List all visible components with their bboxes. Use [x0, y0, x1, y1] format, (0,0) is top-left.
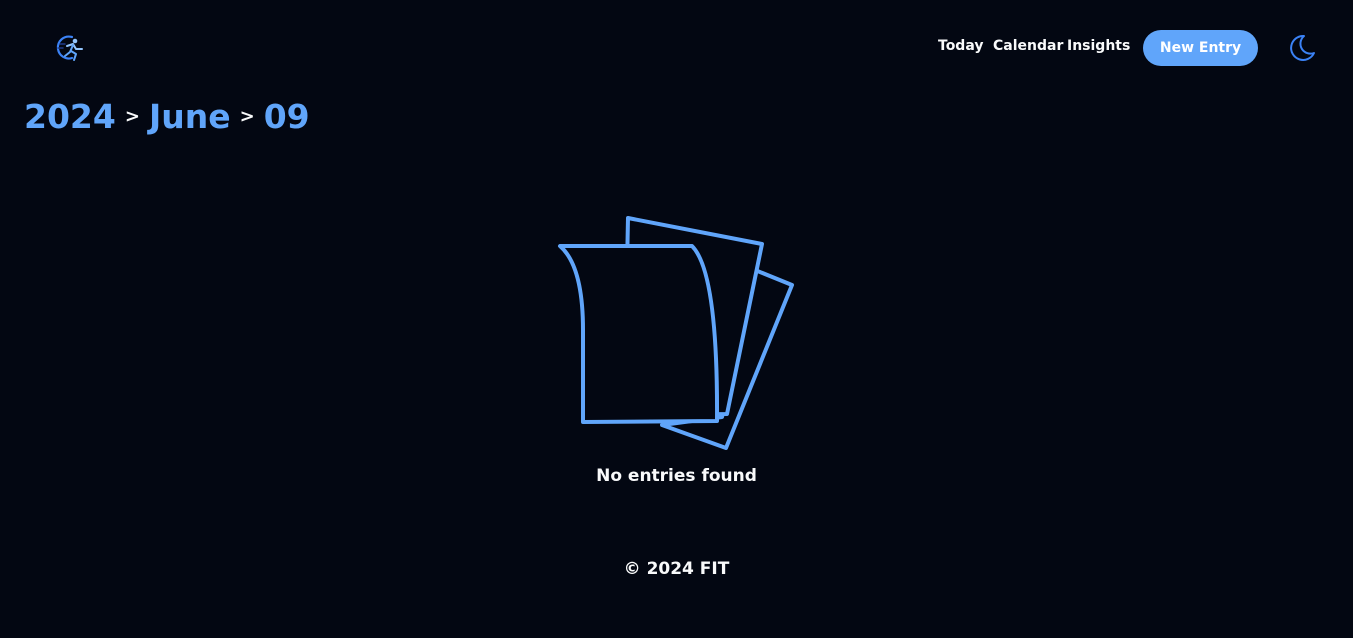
breadcrumb: 2024 > June > 09	[24, 97, 310, 136]
empty-state-message: No entries found	[596, 466, 757, 486]
moon-icon	[1287, 34, 1317, 66]
new-entry-button[interactable]: New Entry	[1143, 30, 1258, 66]
breadcrumb-separator: >	[124, 106, 140, 127]
nav-calendar-link[interactable]: Calendar	[993, 38, 1063, 54]
breadcrumb-month[interactable]: June	[149, 97, 231, 136]
nav-today-link[interactable]: Today	[938, 38, 983, 54]
breadcrumb-day[interactable]: 09	[264, 97, 310, 136]
breadcrumb-separator: >	[239, 106, 255, 127]
footer-copyright: © 2024 FIT	[623, 559, 730, 579]
runner-logo-icon[interactable]	[54, 32, 88, 64]
theme-toggle-button[interactable]	[1286, 33, 1318, 65]
breadcrumb-year[interactable]: 2024	[24, 97, 116, 136]
documents-icon	[553, 212, 801, 456]
nav-insights-link[interactable]: Insights	[1067, 38, 1130, 54]
page: Today Calendar Insights New Entry 2024 >…	[0, 0, 1353, 638]
